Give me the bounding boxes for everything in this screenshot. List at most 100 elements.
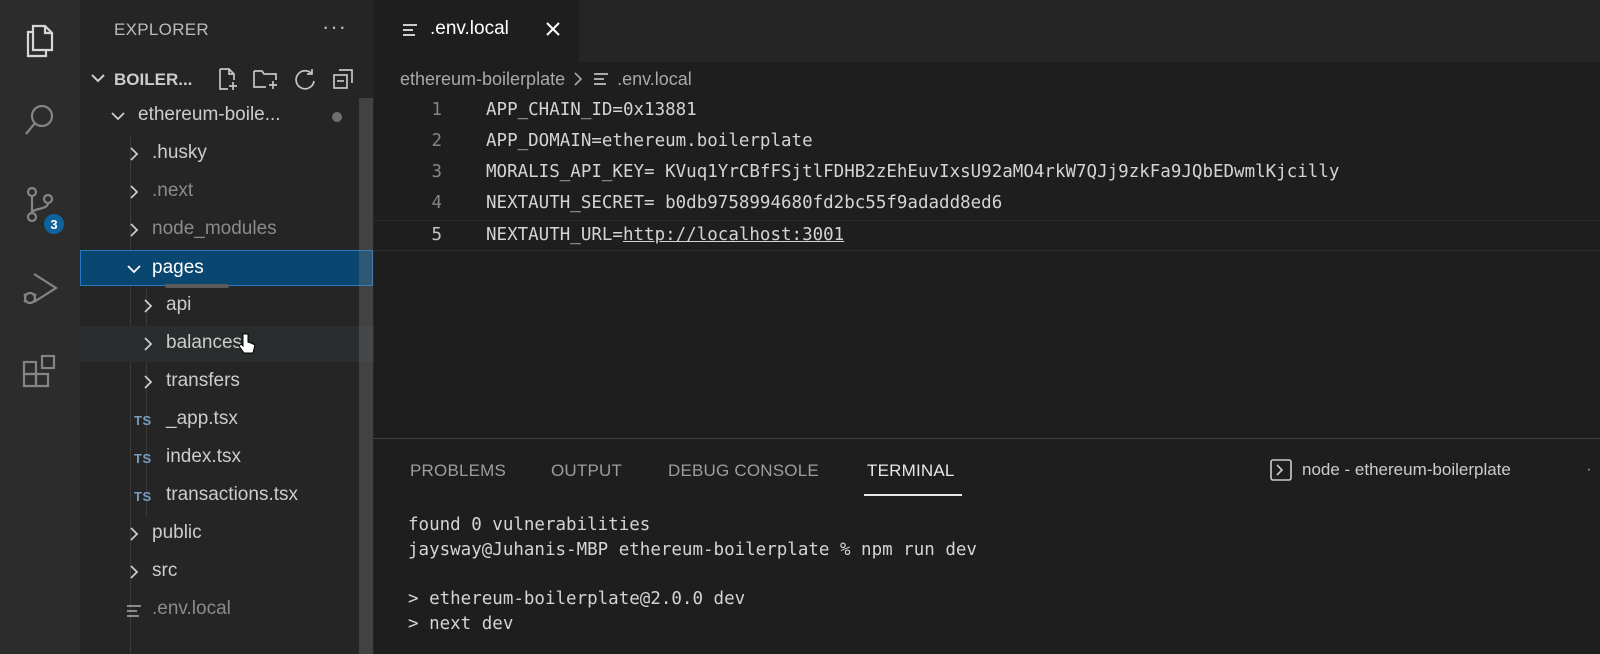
line-number: 4: [431, 193, 442, 213]
tree-folder-husky[interactable]: .husky: [80, 136, 374, 172]
tree-file-transactions-tsx[interactable]: TS transactions.tsx: [80, 478, 374, 514]
terminal-line: jaysway@Juhanis-MBP ethereum-boilerplate…: [408, 540, 977, 560]
chevron-right-icon: [144, 337, 153, 351]
tab-debug-console[interactable]: DEBUG CONSOLE: [668, 461, 819, 481]
tab-output[interactable]: OUTPUT: [551, 461, 622, 481]
settings-file-icon: [127, 605, 141, 617]
terminal-icon: [1270, 459, 1292, 481]
chevron-right-icon: [130, 565, 139, 579]
modified-dot: [332, 112, 342, 122]
terminal-selector-label: node - ethereum-boilerplate: [1302, 460, 1511, 479]
tree-label: .env.local: [152, 598, 231, 619]
search-icon[interactable]: [0, 88, 80, 152]
new-folder-icon[interactable]: [252, 66, 280, 92]
chevron-right-icon: [144, 299, 153, 313]
chevron-right-icon: [574, 72, 583, 86]
tree-folder-next[interactable]: .next: [80, 174, 374, 210]
code-line-current[interactable]: 5 NEXTAUTH_URL=http://localhost:3001: [374, 220, 1600, 251]
line-text: MORALIS_API_KEY= KVuq1YrCBfFSjtlFDHB2zEh…: [486, 162, 1340, 182]
hand-cursor-icon: [238, 333, 256, 354]
code-line[interactable]: 1 APP_CHAIN_ID=0x13881: [374, 96, 1600, 127]
tree-folder-node-modules[interactable]: node_modules: [80, 212, 374, 248]
new-file-icon[interactable]: [214, 66, 240, 92]
workspace-section-header[interactable]: BOILER...: [80, 62, 374, 98]
settings-file-icon: [403, 24, 417, 36]
source-control-icon[interactable]: 3: [0, 172, 80, 236]
line-text: NEXTAUTH_SECRET= b0db9758994680fd2bc55f9…: [486, 193, 1003, 213]
chevron-down-icon: [91, 74, 105, 83]
env-key: NEXTAUTH_URL=: [486, 225, 623, 245]
tree-folder-balances[interactable]: balances: [80, 326, 374, 362]
tree-file-app-tsx[interactable]: TS _app.tsx: [80, 402, 374, 438]
tree-folder-ethereum-boilerplate[interactable]: ethereum-boile...: [80, 98, 374, 134]
breadcrumb: ethereum-boilerplate .env.local: [400, 66, 692, 92]
chevron-down-icon: [127, 265, 141, 274]
chevron-down-icon: [111, 112, 125, 121]
tab-label: .env.local: [430, 18, 509, 39]
tree-folder-src[interactable]: src: [80, 554, 374, 590]
typescript-file-icon: TS: [134, 489, 152, 504]
tree-label: index.tsx: [166, 446, 241, 467]
breadcrumb-file[interactable]: .env.local: [617, 69, 692, 90]
active-tab-indicator: [864, 494, 962, 496]
line-number: 5: [431, 225, 442, 245]
tree-folder-public[interactable]: public: [80, 516, 374, 552]
terminal-line: > next dev: [408, 614, 514, 634]
url-link[interactable]: http://localhost:3001: [623, 225, 844, 245]
chevron-right-icon: [130, 147, 139, 161]
typescript-file-icon: TS: [134, 413, 152, 428]
more-actions-icon[interactable]: ···: [322, 14, 347, 40]
editor-area: .env.local ethereum-boilerplate .env.loc…: [374, 0, 1600, 438]
code-line[interactable]: 3 MORALIS_API_KEY= KVuq1YrCBfFSjtlFDHB2z…: [374, 158, 1600, 189]
run-debug-icon[interactable]: [0, 256, 80, 320]
line-text: APP_DOMAIN=ethereum.boilerplate: [486, 131, 813, 151]
tree-label: node_modules: [152, 218, 277, 239]
tree-label: transactions.tsx: [166, 484, 298, 505]
terminal-line: found 0 vulnerabilities: [408, 515, 651, 535]
settings-file-icon: [594, 73, 609, 85]
refresh-icon[interactable]: [292, 66, 318, 92]
tree-file-env-local[interactable]: .env.local: [80, 592, 374, 628]
activity-bar: 3: [0, 0, 80, 654]
tree-label: _app.tsx: [166, 408, 238, 429]
sidebar-scrollbar[interactable]: [359, 98, 373, 654]
tab-problems[interactable]: PROBLEMS: [410, 461, 506, 481]
chevron-right-icon: [130, 527, 139, 541]
code-line[interactable]: 2 APP_DOMAIN=ethereum.boilerplate: [374, 127, 1600, 158]
tree-label: src: [152, 560, 178, 581]
line-number: 3: [431, 162, 442, 182]
typescript-file-icon: TS: [134, 451, 152, 466]
breadcrumb-folder[interactable]: ethereum-boilerplate: [400, 69, 565, 90]
chevron-right-icon: [130, 223, 139, 237]
tree-label: ethereum-boile...: [138, 104, 281, 125]
workspace-title: BOILER...: [114, 70, 193, 89]
tree-folder-api[interactable]: api: [80, 288, 374, 324]
tree-label: .husky: [152, 142, 207, 163]
tree-folder-pages[interactable]: pages: [80, 250, 373, 286]
tab-env-local[interactable]: .env.local: [374, 0, 579, 62]
tab-terminal[interactable]: TERMINAL: [867, 461, 955, 481]
tree-folder-transfers[interactable]: transfers: [80, 364, 374, 400]
close-icon[interactable]: [544, 20, 562, 38]
terminal-selector[interactable]: node - ethereum-boilerplate: [1270, 459, 1511, 481]
line-text: APP_CHAIN_ID=0x13881: [486, 100, 697, 120]
terminal-more-icon[interactable]: ·: [1586, 459, 1592, 479]
line-text: NEXTAUTH_URL=http://localhost:3001: [486, 225, 844, 245]
files-icon[interactable]: [0, 8, 80, 72]
tree-file-index-tsx[interactable]: TS index.tsx: [80, 440, 374, 476]
terminal-line: > ethereum-boilerplate@2.0.0 dev: [408, 589, 746, 609]
extensions-icon[interactable]: [0, 342, 80, 406]
bottom-panel: PROBLEMS OUTPUT DEBUG CONSOLE TERMINAL n…: [374, 438, 1600, 654]
tree-label: api: [166, 294, 192, 315]
explorer-title: EXPLORER: [114, 20, 209, 39]
chevron-right-icon: [144, 375, 153, 389]
tree-label: balances: [166, 332, 243, 353]
collapse-all-icon[interactable]: [330, 66, 356, 92]
source-control-badge: 3: [42, 212, 66, 236]
tree-label: pages: [152, 257, 204, 278]
editor-tab-bar: .env.local: [374, 0, 1600, 62]
tree-label: .next: [152, 180, 194, 201]
tree-label: transfers: [166, 370, 240, 391]
line-number: 2: [431, 131, 442, 151]
code-line[interactable]: 4 NEXTAUTH_SECRET= b0db9758994680fd2bc55…: [374, 189, 1600, 220]
